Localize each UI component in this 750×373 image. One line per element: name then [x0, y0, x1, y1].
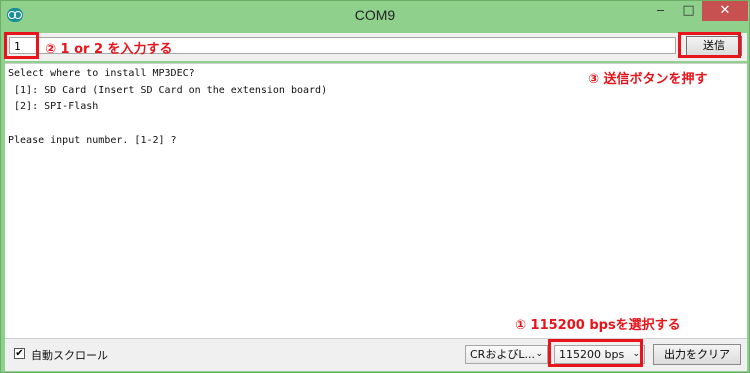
autoscroll-label: 自動スクロール — [31, 349, 108, 362]
maximize-button[interactable]: □ — [675, 1, 702, 21]
line-ending-select[interactable]: CRおよびL... ⌄ — [465, 345, 548, 364]
highlight-input — [4, 32, 39, 59]
chevron-down-icon: ⌄ — [535, 349, 543, 359]
console-line: [2]: SPI-Flash — [8, 101, 99, 112]
title-bar[interactable]: COM9 ‒ □ ✕ — [1, 1, 749, 31]
minimize-button[interactable]: ‒ — [647, 1, 674, 21]
console-line: Select where to install MP3DEC? — [8, 68, 195, 79]
clear-output-button[interactable]: 出力をクリア — [653, 344, 741, 365]
close-button[interactable]: ✕ — [702, 1, 748, 21]
autoscroll-checkbox[interactable]: ✔ — [14, 348, 25, 359]
console-line: [1]: SD Card (Insert SD Card on the exte… — [8, 85, 328, 96]
serial-output[interactable]: Select where to install MP3DEC? [1]: SD … — [5, 63, 747, 339]
console-line: Please input number. [1-2] ? — [8, 135, 177, 146]
line-ending-value: CRおよびL... — [470, 348, 535, 361]
annotation-step2: ② 1 or 2 を入力する — [45, 42, 173, 57]
highlight-baud-rate — [548, 339, 643, 367]
annotation-step1: ① 115200 bpsを選択する — [515, 318, 681, 333]
highlight-send-button — [678, 32, 741, 58]
annotation-step3: ③ 送信ボタンを押す — [588, 72, 708, 87]
window-title: COM9 — [354, 7, 396, 23]
